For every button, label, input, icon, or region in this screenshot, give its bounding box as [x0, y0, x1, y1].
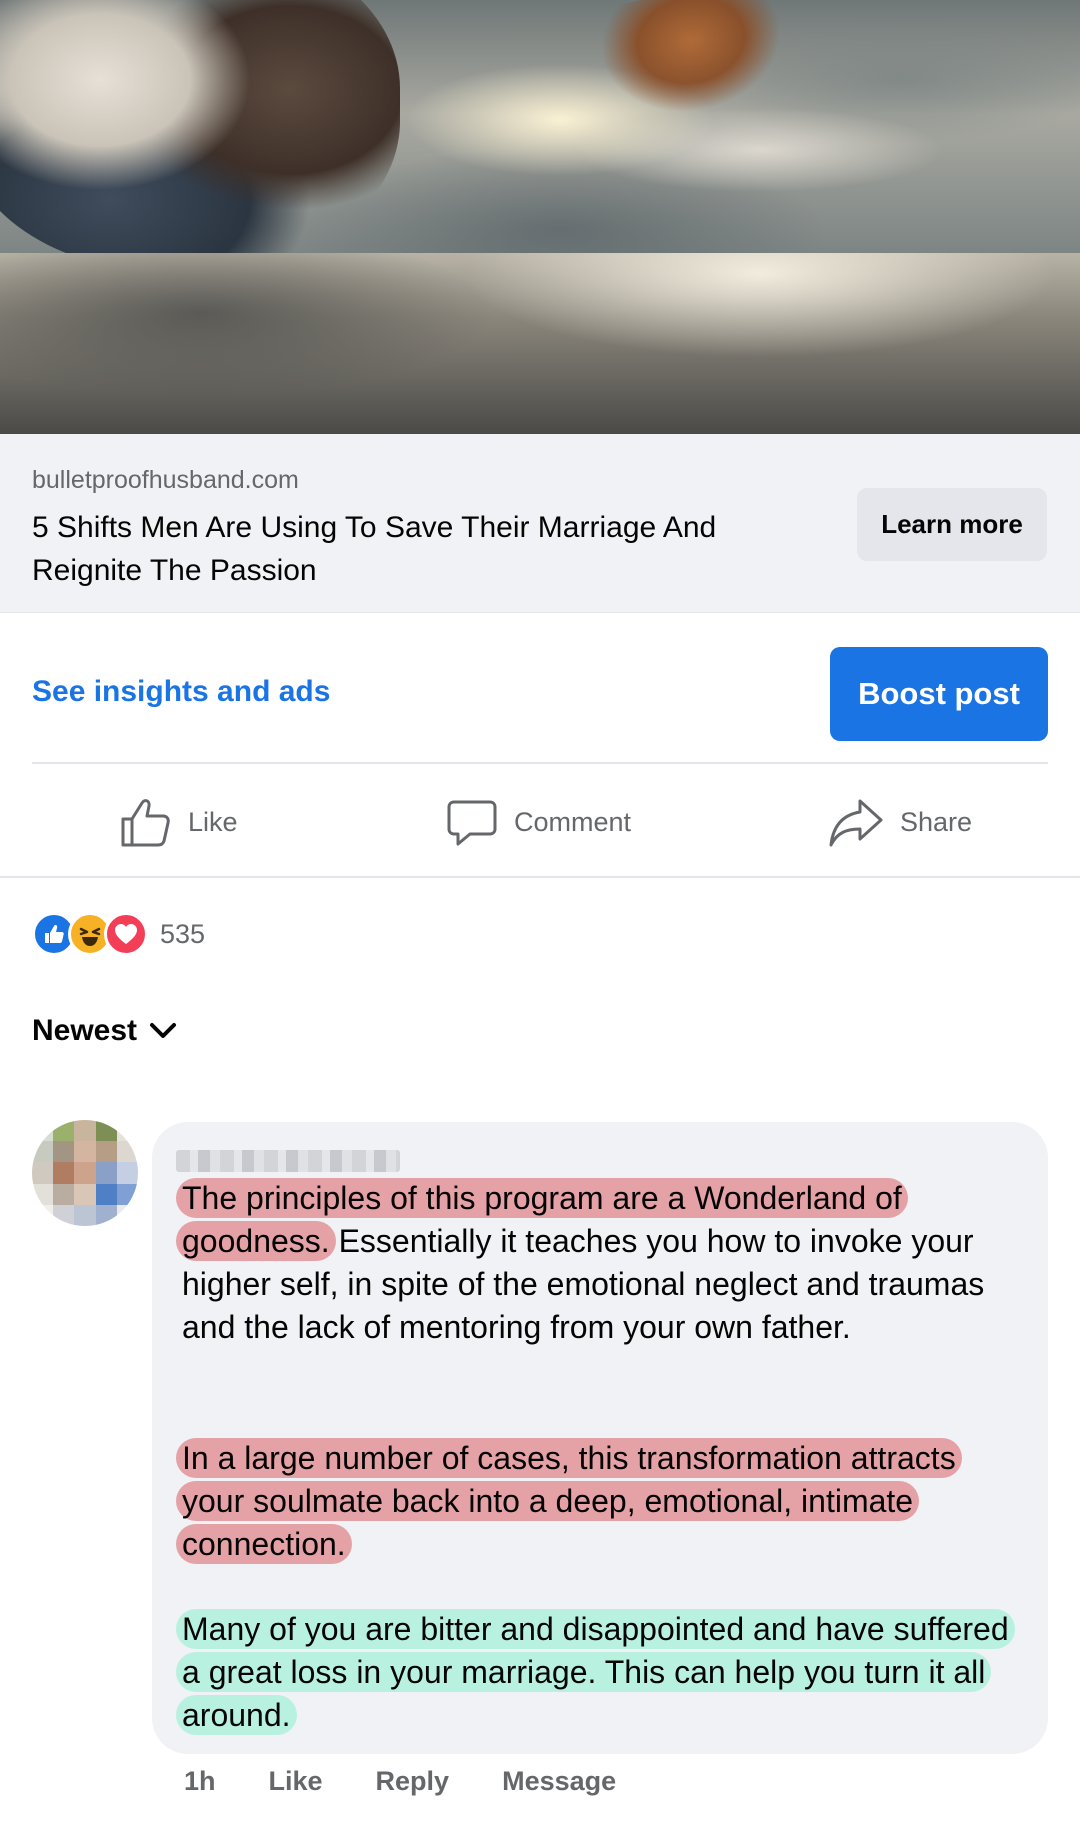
link-title: 5 Shifts Men Are Using To Save Their Mar…	[32, 511, 717, 587]
comment-bubble[interactable]: The principles of this program are a Won…	[152, 1122, 1048, 1754]
comment-paragraph: In a large number of cases, this transfo…	[176, 1437, 1022, 1566]
share-arrow-icon	[829, 799, 883, 847]
highlighted-text: Many of you are bitter and disappointed …	[176, 1609, 1015, 1735]
share-button[interactable]: Share	[828, 794, 972, 850]
love-reaction-icon	[104, 912, 148, 956]
comment-message-button[interactable]: Message	[502, 1766, 616, 1797]
link-domain: bulletproofhusband.com	[32, 466, 299, 494]
commenter-name-blurred[interactable]	[176, 1150, 400, 1172]
sort-label: Newest	[32, 1014, 138, 1047]
comment-label: Comment	[514, 806, 632, 837]
comment-sort-dropdown[interactable]: Newest	[32, 1014, 177, 1048]
boost-post-button[interactable]: Boost post	[830, 647, 1048, 741]
comment-meta-row: 1h Like Reply Message	[184, 1766, 669, 1797]
speech-bubble-icon	[447, 800, 497, 846]
comment-button[interactable]: Comment	[446, 794, 631, 850]
chevron-down-icon	[150, 1023, 177, 1038]
link-preview-card[interactable]: bulletproofhusband.com 5 Shifts Men Are …	[0, 434, 1080, 613]
comment-like-button[interactable]: Like	[269, 1766, 323, 1797]
learn-more-button[interactable]: Learn more	[857, 488, 1047, 561]
post-action-bar: Like Comment Share	[0, 764, 1080, 878]
reaction-count: 535	[160, 918, 206, 949]
post-image-lower	[0, 253, 1080, 434]
commenter-avatar[interactable]	[32, 1120, 138, 1226]
like-label: Like	[188, 806, 238, 837]
share-label: Share	[900, 806, 973, 837]
comment-paragraph: Many of you are bitter and disappointed …	[176, 1608, 1022, 1737]
like-button[interactable]: Like	[118, 794, 238, 850]
comment-timestamp: 1h	[184, 1766, 216, 1796]
see-insights-link[interactable]: See insights and ads	[32, 675, 330, 709]
comment-reply-button[interactable]: Reply	[376, 1766, 450, 1797]
post-image[interactable]	[0, 0, 1080, 434]
reactions-summary[interactable]: 535	[32, 912, 205, 956]
comment-paragraph: The principles of this program are a Won…	[176, 1177, 1022, 1349]
highlighted-text: In a large number of cases, this transfo…	[176, 1438, 962, 1564]
thumbs-up-icon	[121, 799, 170, 847]
